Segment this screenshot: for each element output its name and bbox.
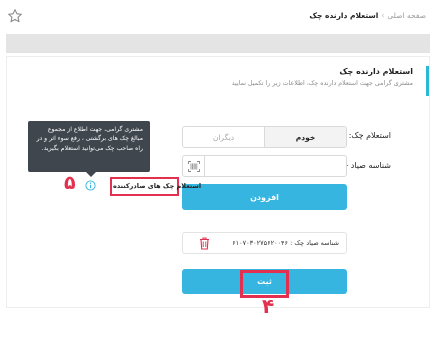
page-title: استعلام دارنده چک bbox=[339, 67, 413, 76]
header-band bbox=[6, 34, 430, 53]
sayad-id-field[interactable] bbox=[182, 155, 347, 177]
tooltip-line: مشتری گرامی، جهت اطلاع از مجموع bbox=[47, 126, 143, 133]
add-button[interactable]: افزودن bbox=[182, 184, 347, 210]
breadcrumb: صفحه اصلی›استعلام دارنده چک bbox=[309, 11, 426, 20]
toggle-option-others[interactable]: دیگران bbox=[183, 127, 265, 147]
trash-icon[interactable] bbox=[199, 237, 210, 250]
inquiry-type-label: استعلام چک: bbox=[348, 131, 391, 140]
info-tooltip: مشتری گرامی، جهت اطلاع از مجموع مبالغ چک… bbox=[28, 121, 150, 172]
step-number-5: ۵ bbox=[64, 172, 76, 194]
issuer-inquiry-link[interactable]: استعلام چک های صادرکننده bbox=[113, 182, 201, 190]
toggle-option-self[interactable]: خودم bbox=[265, 127, 346, 147]
inquiry-type-toggle: دیگران خودم bbox=[182, 126, 347, 148]
info-icon[interactable] bbox=[85, 180, 96, 191]
barcode-scan-button[interactable] bbox=[183, 156, 205, 176]
tooltip-arrow bbox=[86, 172, 96, 177]
result-row: شناسه صیاد چک : ۶۱۰۷۰۳۰۲۷۵۶۲۰۰۴۶ bbox=[182, 232, 347, 254]
star-icon[interactable] bbox=[7, 8, 23, 24]
tooltip-line: مبالغ چک های برگشتی ، رفع سوء اثر و در bbox=[36, 135, 143, 143]
top-bar: صفحه اصلی›استعلام دارنده چک bbox=[0, 0, 436, 34]
result-sayad-text: شناسه صیاد چک : ۶۱۰۷۰۳۰۲۷۵۶۲۰۰۴۶ bbox=[232, 239, 339, 247]
barcode-scan-icon bbox=[187, 160, 200, 172]
tooltip-line: راه صاحب چک می‌توانید استعلام بگیرید. bbox=[41, 144, 143, 152]
breadcrumb-home[interactable]: صفحه اصلی bbox=[387, 11, 426, 20]
page-subtitle: مشتری گرامی جهت استعلام دارنده چک، اطلاع… bbox=[231, 80, 413, 87]
step-number-4: ۴ bbox=[262, 294, 275, 318]
breadcrumb-current: استعلام دارنده چک bbox=[309, 11, 379, 20]
breadcrumb-separator: › bbox=[381, 11, 385, 20]
title-accent-bar bbox=[426, 66, 429, 96]
